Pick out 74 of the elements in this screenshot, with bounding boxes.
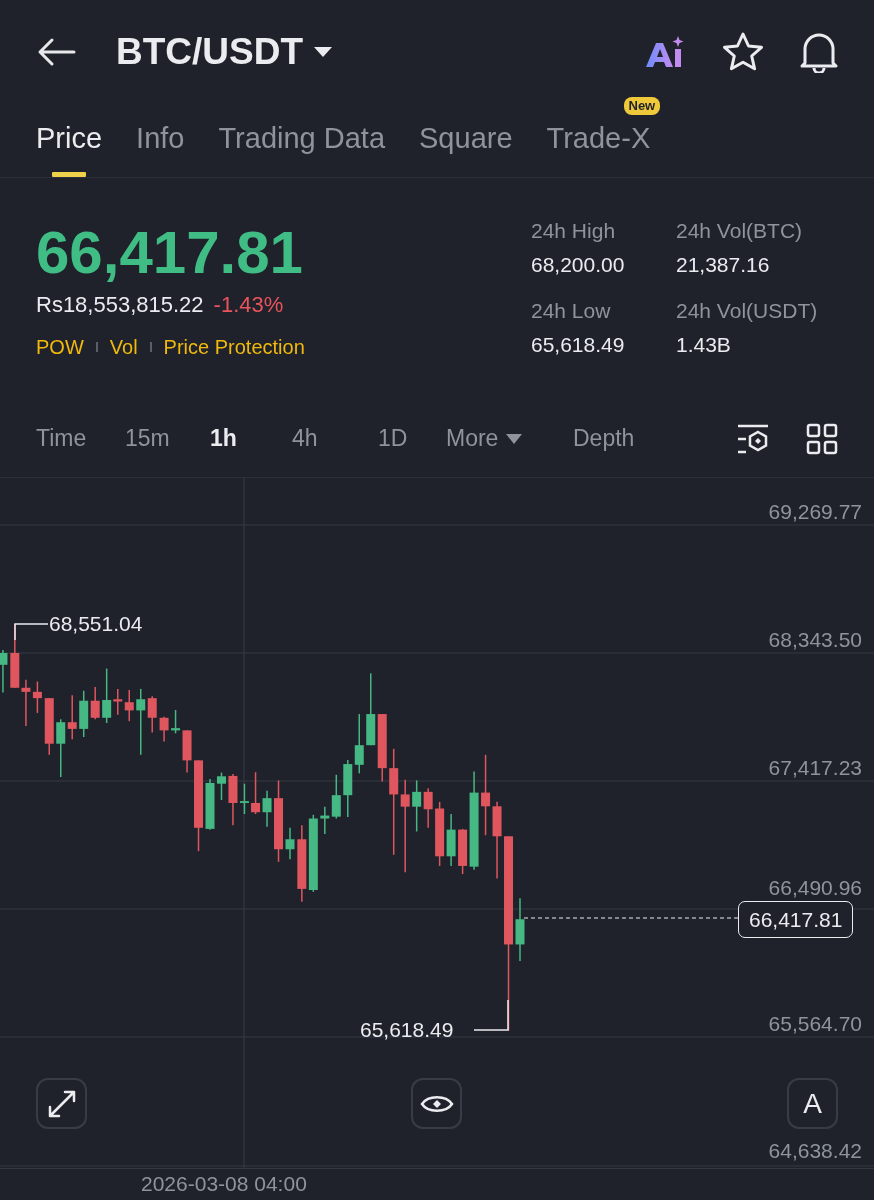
price-axis-label: 65,564.70 — [768, 1012, 862, 1036]
candlestick — [515, 897, 525, 962]
grid-icon[interactable] — [806, 422, 838, 455]
caret-icon — [506, 433, 523, 444]
price-axis-label: 67,417.23 — [768, 756, 862, 780]
candlestick — [446, 813, 456, 867]
tab[interactable]: Trading Data — [218, 121, 386, 177]
stat-value: 68,200.00 — [531, 252, 626, 278]
time-axis-label: 2026-03-08 04:00 — [141, 1171, 307, 1197]
candlestick — [262, 790, 272, 828]
back-icon[interactable] — [36, 37, 76, 67]
low-price-marker: 65,618.49 — [360, 1018, 454, 1042]
candlestick — [435, 801, 445, 867]
candlestick — [412, 779, 422, 833]
interval-tab[interactable]: Time — [36, 421, 125, 456]
pair-selector[interactable]: BTC/USDT — [116, 24, 334, 80]
candlestick — [377, 713, 387, 783]
high-price-marker: 68,551.04 — [49, 612, 143, 636]
auto-scale-button[interactable]: A — [787, 1078, 838, 1129]
price-change: -1.43% — [213, 291, 284, 319]
visibility-button[interactable] — [411, 1078, 462, 1129]
bell-icon[interactable] — [800, 31, 838, 73]
candlestick — [56, 718, 66, 778]
stat-label: 24h Vol(BTC) — [676, 218, 804, 244]
price-axis-label: 68,343.50 — [768, 628, 862, 652]
tag-label: Vol — [109, 335, 138, 360]
stat-label: 24h Low — [531, 298, 612, 324]
tag-label: Price Protection — [163, 335, 305, 360]
interval-tab[interactable]: 4h — [292, 421, 378, 456]
tab[interactable]: Square — [419, 121, 513, 177]
candlestick — [217, 771, 226, 801]
candlestick — [44, 697, 54, 756]
last-price: 66,417.81 — [36, 218, 304, 288]
candlestick — [124, 689, 134, 722]
candlestick — [423, 787, 433, 829]
stat-label: 24h High — [531, 218, 617, 244]
candlestick — [0, 649, 8, 694]
caret-icon — [313, 46, 334, 58]
price-axis-label: 64,638.42 — [768, 1139, 862, 1163]
ai-icon[interactable] — [644, 35, 686, 69]
candlestick — [159, 715, 169, 743]
current-price-tag: 66,417.81 — [738, 901, 854, 938]
new-badge: New — [623, 97, 661, 115]
stat-value: 65,618.49 — [531, 332, 626, 358]
fullscreen-button[interactable] — [36, 1078, 87, 1129]
interval-tab[interactable]: 1D — [378, 421, 446, 456]
expand-icon — [46, 1088, 77, 1119]
interval-tab[interactable]: 15m — [125, 421, 210, 456]
price-axis-label: 69,269.77 — [768, 500, 862, 524]
candlestick — [354, 713, 364, 775]
candlestick — [90, 686, 100, 720]
interval-tab[interactable]: More — [446, 421, 573, 456]
candlestick — [251, 771, 261, 815]
candlestick — [285, 827, 295, 860]
candlestick — [79, 690, 89, 738]
price-axis-label: 66,490.96 — [768, 876, 862, 900]
tab[interactable]: Trade-X — [546, 121, 651, 177]
tab-indicator — [52, 172, 86, 177]
interval-tab[interactable]: Depth — [573, 421, 673, 456]
leader-line — [473, 999, 509, 1031]
indicator-settings-icon[interactable] — [736, 422, 770, 455]
candlestick — [205, 778, 215, 831]
stat-label: 24h Vol(USDT) — [676, 298, 819, 324]
leader-line — [14, 623, 49, 641]
stat-value: 21,387.16 — [676, 252, 771, 278]
candlestick — [343, 759, 353, 818]
candlestick — [67, 694, 77, 740]
star-icon[interactable] — [722, 32, 764, 72]
tag-label: POW — [36, 335, 84, 360]
tab[interactable]: Info — [136, 121, 185, 177]
interval-tab[interactable]: 1h — [210, 421, 292, 456]
tab[interactable]: Price — [36, 121, 103, 177]
local-currency-price: Rs18,553,815.22 — [36, 291, 204, 319]
stat-value: 1.43B — [676, 332, 732, 358]
